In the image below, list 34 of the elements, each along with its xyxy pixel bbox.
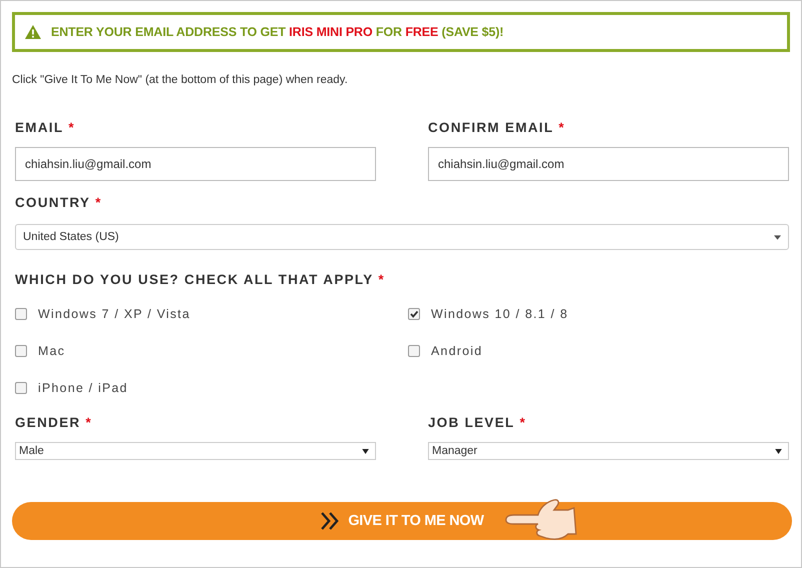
required-mark: * [558,120,566,135]
checkbox[interactable] [408,345,420,357]
required-mark: * [86,415,92,430]
caret-icon [774,234,781,240]
checkbox[interactable] [15,382,27,394]
required-mark: * [378,272,385,287]
checkbox[interactable] [15,345,27,357]
email-field[interactable]: chiahsin.liu@gmail.com [15,147,376,181]
required-mark: * [520,415,526,430]
caret-icon [362,448,369,454]
field-label: WHICH DO YOU USE? CHECK ALL THAT APPLY [15,272,374,287]
checkbox-label: Windows 10 / 8.1 / 8 [431,307,568,321]
checkbox-label: Mac [38,344,66,358]
field-label: CONFIRM EMAIL [428,120,554,135]
caret-icon [775,448,782,454]
confirm-email-field[interactable]: chiahsin.liu@gmail.com [428,147,789,181]
gender-dropdown[interactable]: Male [15,442,376,460]
warning-icon [25,25,41,39]
checkbox[interactable] [408,308,420,320]
field-label: EMAIL [15,120,64,135]
required-mark: * [68,120,76,135]
job-level-dropdown[interactable]: Manager [428,442,789,460]
checkbox-label: Android [431,344,482,358]
checkbox-label: iPhone / iPad [38,381,128,395]
field-label: COUNTRY [15,195,90,210]
required-mark: * [95,195,102,210]
field-label: JOB LEVEL [428,415,515,430]
instruction-text: Click "Give It To Me Now" (at the bottom of this page) when ready. [12,74,349,86]
checkbox-label: Windows 7 / XP / Vista [38,307,190,321]
field-label: GENDER [15,415,81,430]
double-chevron-icon [320,512,340,530]
country-dropdown[interactable]: United States (US) [15,224,789,250]
checkbox[interactable] [15,308,27,320]
banner-text: ENTER YOUR EMAIL ADDRESS TO GET IRIS MINI PRO FOR FREE (SAVE $5)! [51,25,504,39]
